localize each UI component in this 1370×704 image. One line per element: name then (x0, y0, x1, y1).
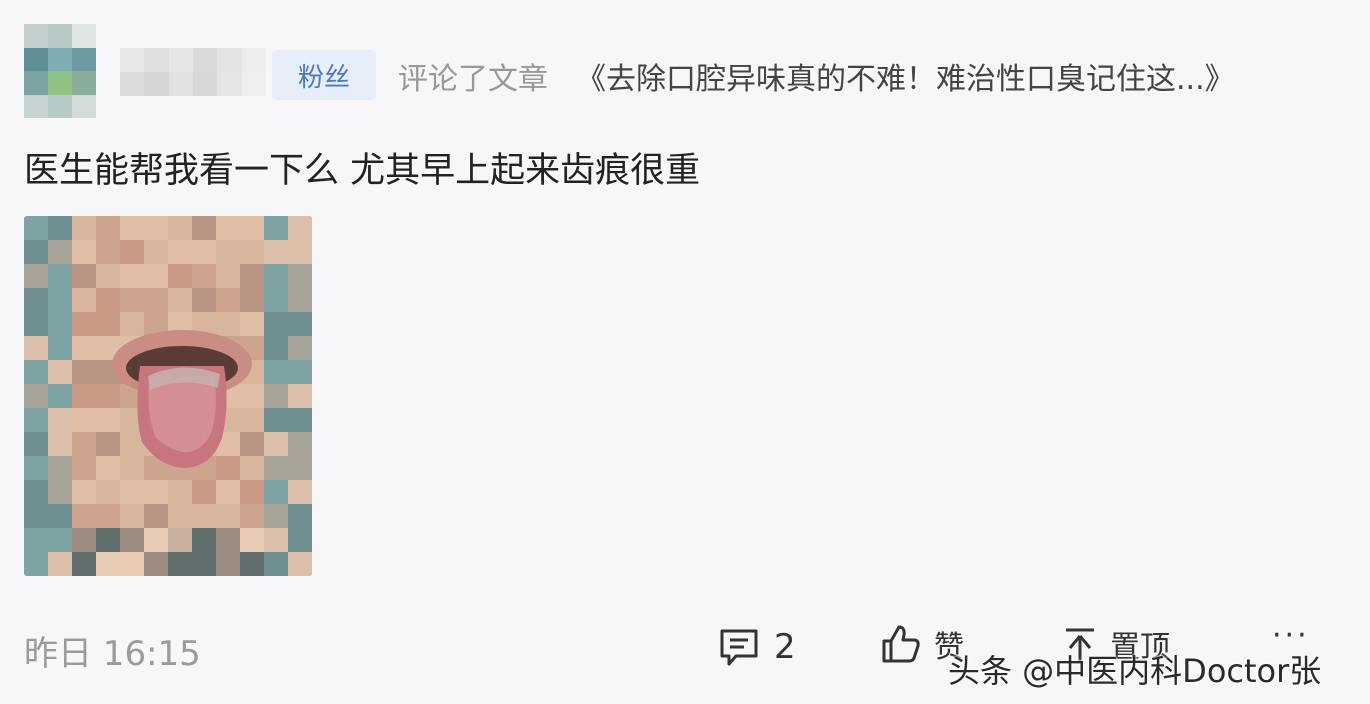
timestamp: 昨日 16:15 (24, 634, 201, 674)
fan-badge: 粉丝 (272, 50, 376, 100)
tongue-image (112, 330, 252, 468)
comment-text: 医生能帮我看一下么 尤其早上起来齿痕很重 (24, 151, 701, 191)
thumbs-up-icon (882, 625, 920, 663)
avatar[interactable] (24, 24, 96, 118)
username-blurred[interactable] (120, 48, 266, 96)
reply-button[interactable]: 2 (718, 626, 796, 668)
reply-count: 2 (774, 627, 796, 667)
article-title-link[interactable]: 《去除口腔异味真的不难！难治性口臭记住这...》 (576, 54, 1235, 98)
comment-icon (720, 629, 758, 666)
comment-photo[interactable] (24, 216, 312, 576)
action-text: 评论了文章 (398, 62, 548, 97)
watermark: 头条 @中医内科Doctor张 (948, 652, 1322, 690)
